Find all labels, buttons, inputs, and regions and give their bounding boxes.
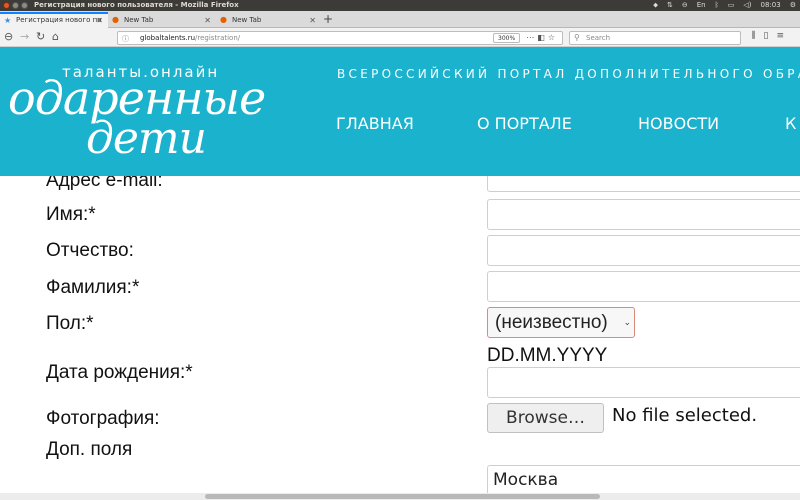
minimize-window-button[interactable] [12, 2, 19, 9]
search-placeholder: Search [586, 34, 611, 42]
logo-line-2[interactable]: дети [86, 117, 207, 161]
info-icon[interactable]: ⓘ [122, 33, 129, 45]
forward-button[interactable]: → [20, 30, 29, 44]
birthdate-label: Дата рождения:* [46, 362, 193, 383]
url-text: globaltalents.ru/registration/ [140, 32, 240, 44]
tab-new-1[interactable]: ● New Tab ✕ [108, 13, 216, 28]
new-tab-button[interactable]: + [323, 12, 333, 27]
star-icon: ★ [4, 16, 12, 25]
pocket-icon[interactable]: ◧ [537, 33, 548, 42]
firefox-icon: ● [220, 15, 227, 24]
horizontal-scrollbar[interactable] [0, 493, 800, 500]
search-bar[interactable]: ⚲ Search [569, 31, 741, 45]
tab-label: New Tab [232, 16, 262, 24]
menu-more[interactable]: К [785, 114, 796, 133]
tab-strip: ★ Регистрация нового по ✕ ● New Tab ✕ ● … [0, 11, 800, 28]
site-tagline: ВСЕРОССИЙСКИЙ ПОРТАЛ ДОПОЛНИТЕЛЬНОГО ОБР… [337, 67, 800, 81]
tab-new-2[interactable]: ● New Tab ✕ [216, 13, 321, 28]
gender-select[interactable]: (неизвестно) ⌄ [487, 307, 635, 338]
birthdate-field[interactable] [487, 367, 800, 398]
close-tab-icon[interactable]: ✕ [96, 14, 103, 27]
url-path: /registration/ [195, 34, 241, 42]
scrollbar-thumb[interactable] [205, 494, 600, 499]
tab-label: Регистрация нового по [16, 16, 102, 24]
battery-icon[interactable]: ▭ [728, 0, 735, 11]
patronymic-field[interactable] [487, 235, 800, 266]
url-host: globaltalents.ru [140, 34, 196, 42]
navigation-bar: ⊖ → ↻ ⌂ ⓘ globaltalents.ru/registration/… [0, 28, 800, 47]
close-window-button[interactable] [3, 2, 10, 9]
window-controls [3, 2, 28, 9]
last-name-label: Фамилия:* [46, 277, 140, 298]
reload-button[interactable]: ↻ [36, 30, 45, 44]
tab-registration[interactable]: ★ Регистрация нового по ✕ [0, 12, 108, 28]
menu-about[interactable]: О ПОРТАЛЕ [477, 114, 572, 133]
gender-select-value: (неизвестно) [495, 312, 608, 333]
registration-form: Адрес e-mail: Имя:* Отчество: Фамилия:* … [0, 176, 800, 493]
patronymic-label: Отчество: [46, 240, 134, 261]
toolbar-right: ⫼▯≡ [751, 31, 792, 41]
email-label: Адрес e-mail: [46, 176, 163, 191]
birthdate-format-hint: DD.MM.YYYY [487, 345, 608, 366]
site-header: таланты.онлайн одаренные дети ВСЕРОССИЙС… [0, 47, 800, 176]
volume-icon[interactable]: ◁) [743, 0, 751, 11]
chevron-down-icon: ⌄ [623, 317, 631, 327]
bookmark-star-icon[interactable]: ☆ [548, 33, 558, 42]
os-top-bar: Регистрация нового пользователя - Mozill… [0, 0, 800, 11]
extra-fields-label: Доп. поля [46, 439, 133, 460]
dropbox-icon[interactable]: ⬥ [653, 0, 658, 11]
browse-button[interactable]: Browse… [487, 403, 604, 433]
first-name-field[interactable] [487, 199, 800, 230]
tab-label: New Tab [124, 16, 154, 24]
photo-label: Фотография: [46, 408, 160, 429]
firefox-icon: ● [112, 15, 119, 24]
more-icon[interactable]: ⋯ [526, 33, 537, 42]
page-actions: ⋯◧☆ [526, 32, 558, 44]
close-tab-icon[interactable]: ✕ [309, 13, 316, 28]
first-name-label: Имя:* [46, 204, 96, 225]
menu-icon[interactable]: ≡ [776, 31, 792, 41]
system-tray: ⬥ ⇅ ⊖ En ᛒ ▭ ◁) 08:03 ⚙ [653, 0, 796, 11]
maximize-window-button[interactable] [21, 2, 28, 9]
home-button[interactable]: ⌂ [52, 30, 59, 44]
file-status: No file selected. [612, 405, 758, 426]
menu-home[interactable]: ГЛАВНАЯ [336, 114, 414, 133]
url-bar[interactable]: ⓘ globaltalents.ru/registration/ 300% ⋯◧… [117, 31, 563, 45]
sidebar-icon[interactable]: ▯ [764, 31, 777, 41]
network-icon[interactable]: ⇅ [667, 0, 673, 11]
clock[interactable]: 08:03 [761, 0, 781, 11]
keyboard-layout-indicator[interactable]: En [697, 0, 706, 11]
back-button[interactable]: ⊖ [4, 30, 13, 44]
city-field-value: Москва [493, 470, 559, 490]
settings-gear-icon[interactable]: ⚙ [790, 0, 796, 11]
gender-label: Пол:* [46, 313, 94, 334]
do-not-disturb-icon[interactable]: ⊖ [682, 0, 688, 11]
city-field[interactable]: Москва [487, 465, 800, 493]
window-title: Регистрация нового пользователя - Mozill… [34, 1, 239, 9]
library-icon[interactable]: ⫼ [751, 31, 763, 41]
last-name-field[interactable] [487, 271, 800, 302]
close-tab-icon[interactable]: ✕ [204, 13, 211, 28]
search-icon: ⚲ [574, 33, 580, 42]
bluetooth-icon[interactable]: ᛒ [715, 0, 719, 11]
email-field[interactable] [487, 176, 800, 192]
menu-news[interactable]: НОВОСТИ [638, 114, 719, 133]
zoom-indicator[interactable]: 300% [493, 33, 521, 43]
